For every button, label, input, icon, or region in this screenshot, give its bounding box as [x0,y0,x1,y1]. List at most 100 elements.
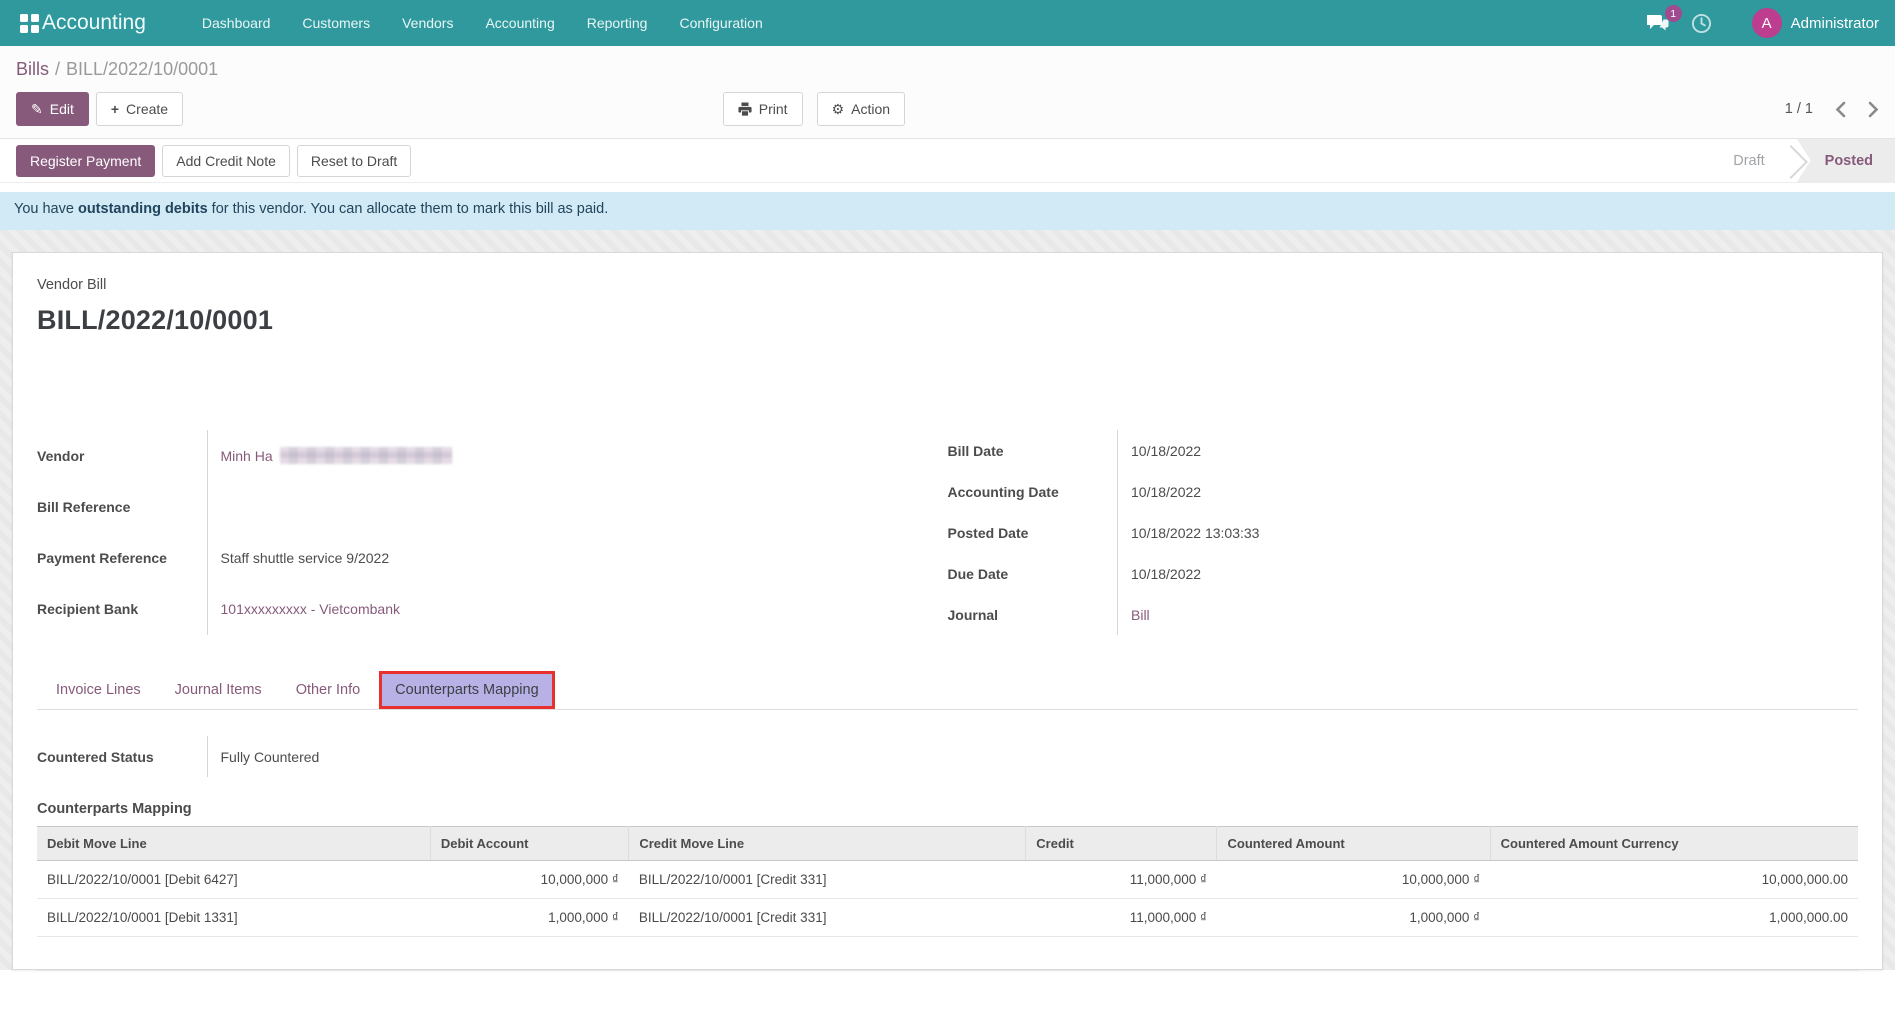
recipient-bank-label: Recipient Bank [37,584,207,635]
outstanding-debits-alert: You have outstanding debits for this ven… [0,192,1895,230]
cell-debit-move-line: BILL/2022/10/0001 [Debit 6427] [37,861,430,899]
breadcrumb: Bills/BILL/2022/10/0001 [16,59,1879,80]
cell-countered-amount: 10,000,000 ₫ [1217,861,1490,899]
page-background: Vendor Bill BILL/2022/10/0001 Vendor Min… [0,230,1895,970]
cell-countered-amount-currency: 10,000,000.00 [1490,861,1858,899]
alert-text-prefix: You have [14,201,78,217]
countered-status-label: Countered Status [37,736,207,777]
tab-other-info[interactable]: Other Info [281,671,375,709]
counterparts-mapping-title: Counterparts Mapping [37,801,1858,817]
status-arrow-separator [1775,139,1797,183]
form-statusbar: Register Payment Add Credit Note Reset t… [0,139,1895,183]
status-posted[interactable]: Posted [1797,139,1895,183]
pager-counter[interactable]: 1 / 1 [1785,101,1813,117]
cell-debit-move-line: BILL/2022/10/0001 [Debit 1331] [37,899,430,937]
field-row-countered-status: Countered Status Fully Countered [37,736,1785,777]
nav-item-dashboard[interactable]: Dashboard [186,1,287,45]
messages-badge: 1 [1665,5,1682,22]
control-panel: Bills/BILL/2022/10/0001 ✎ Edit + Create … [0,46,1895,139]
col-header-credit-move-line[interactable]: Credit Move Line [629,827,1026,861]
document-type-label: Vendor Bill [37,277,1858,293]
breadcrumb-bills-link[interactable]: Bills [16,59,49,79]
register-payment-button[interactable]: Register Payment [16,145,155,177]
create-button[interactable]: + Create [96,92,183,126]
accounting-date-label: Accounting Date [948,471,1118,512]
col-header-debit-account[interactable]: Debit Account [430,827,628,861]
countered-status-value: Fully Countered [207,736,1785,777]
alert-text-suffix: for this vendor. You can allocate them t… [208,201,609,217]
field-row-journal: Journal Bill [948,594,1822,635]
messages-icon[interactable]: 1 [1647,14,1669,32]
journal-link[interactable]: Bill [1131,607,1150,623]
add-credit-note-button[interactable]: Add Credit Note [162,145,290,177]
col-header-debit-move-line[interactable]: Debit Move Line [37,827,430,861]
status-draft[interactable]: Draft [1723,139,1774,183]
create-button-label: Create [126,101,168,117]
avatar: A [1752,8,1782,38]
cell-credit-move-line: BILL/2022/10/0001 [Credit 331] [629,899,1026,937]
print-button-label: Print [759,101,788,117]
field-row-bill-date: Bill Date 10/18/2022 [948,430,1822,471]
alert-text-bold: outstanding debits [78,201,208,217]
fields-group: Vendor Minh Ha Bill Reference Payment Re… [37,430,1858,635]
plus-icon: + [111,102,119,116]
tab-invoice-lines[interactable]: Invoice Lines [41,671,156,709]
field-row-recipient-bank: Recipient Bank 101xxxxxxxxx - Vietcomban… [37,584,911,635]
table-row[interactable]: BILL/2022/10/0001 [Debit 1331] 1,000,000… [37,899,1858,937]
vendor-label: Vendor [37,430,207,481]
col-header-credit[interactable]: Credit [1026,827,1217,861]
field-row-due-date: Due Date 10/18/2022 [948,553,1822,594]
user-name: Administrator [1791,15,1879,32]
clock-icon [1691,13,1712,34]
journal-label: Journal [948,594,1118,635]
bill-reference-value [207,481,911,532]
table-empty-row [37,937,1858,971]
bill-reference-label: Bill Reference [37,481,207,532]
nav-item-reporting[interactable]: Reporting [571,1,664,45]
countered-status-group: Countered Status Fully Countered [37,736,1785,777]
field-row-posted-date: Posted Date 10/18/2022 13:03:33 [948,512,1822,553]
tab-counterparts-mapping[interactable]: Counterparts Mapping [379,671,554,709]
pager-next-icon[interactable] [1868,101,1879,118]
nav-item-vendors[interactable]: Vendors [386,1,469,45]
nav-item-accounting[interactable]: Accounting [469,1,570,45]
accounting-date-value: 10/18/2022 [1118,471,1822,512]
user-menu[interactable]: A Administrator [1752,8,1879,38]
recipient-bank-link[interactable]: 101xxxxxxxxx - Vietcombank [221,601,400,617]
cell-credit: 11,000,000 ₫ [1026,899,1217,937]
col-header-countered-amount-currency[interactable]: Countered Amount Currency [1490,827,1858,861]
cell-credit: 11,000,000 ₫ [1026,861,1217,899]
cell-debit-account: 10,000,000 ₫ [430,861,628,899]
nav-item-customers[interactable]: Customers [286,1,386,45]
gear-icon: ⚙ [832,102,845,116]
spacer [0,183,1895,192]
form-sheet: Vendor Bill BILL/2022/10/0001 Vendor Min… [12,252,1883,970]
vendor-link[interactable]: Minh Ha [221,448,273,464]
notebook-tabs: Invoice Lines Journal Items Other Info C… [37,671,1858,710]
action-button[interactable]: ⚙ Action [817,92,905,126]
status-flow: Draft Posted [1723,139,1895,183]
cell-countered-amount: 1,000,000 ₫ [1217,899,1490,937]
pager-previous-icon[interactable] [1835,101,1846,118]
payment-reference-label: Payment Reference [37,533,207,584]
printer-icon [738,102,752,116]
tab-journal-items[interactable]: Journal Items [160,671,277,709]
print-button[interactable]: Print [723,92,803,126]
breadcrumb-current: BILL/2022/10/0001 [66,59,218,79]
col-header-countered-amount[interactable]: Countered Amount [1217,827,1490,861]
due-date-value: 10/18/2022 [1118,553,1822,594]
field-row-accounting-date: Accounting Date 10/18/2022 [948,471,1822,512]
bill-date-value: 10/18/2022 [1118,430,1822,471]
app-name[interactable]: Accounting [42,11,146,35]
table-header-row: Debit Move Line Debit Account Credit Mov… [37,827,1858,861]
pencil-icon: ✎ [31,102,43,116]
reset-to-draft-button[interactable]: Reset to Draft [297,145,411,177]
activities-icon[interactable] [1691,13,1712,34]
nav-item-configuration[interactable]: Configuration [663,1,778,45]
edit-button[interactable]: ✎ Edit [16,92,89,126]
table-row[interactable]: BILL/2022/10/0001 [Debit 6427] 10,000,00… [37,861,1858,899]
apps-grid-icon[interactable] [20,14,28,22]
field-row-payment-reference: Payment Reference Staff shuttle service … [37,533,911,584]
due-date-label: Due Date [948,553,1118,594]
top-nav: Accounting Dashboard Customers Vendors A… [0,0,1895,46]
